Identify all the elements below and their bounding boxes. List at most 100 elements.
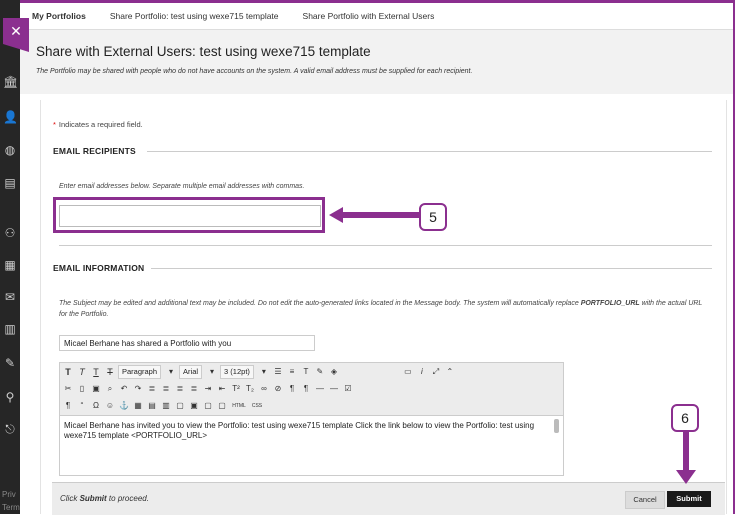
breadcrumb-item-share-external: Share Portfolio with External Users (302, 11, 435, 21)
underline-icon[interactable]: T (90, 366, 102, 378)
editor-scrollbar[interactable] (554, 419, 559, 433)
superscript-icon[interactable]: T² (230, 383, 242, 395)
justify-icon[interactable]: ≣ (188, 383, 200, 395)
spellcheck-icon[interactable]: ☑ (342, 383, 354, 395)
portfolio-url-token: PORTFOLIO_URL (580, 300, 640, 307)
html-icon[interactable]: HTML (230, 400, 248, 412)
css-icon[interactable]: CSS (250, 400, 264, 412)
submit-button[interactable]: Submit (667, 491, 711, 507)
calendar-icon[interactable]: ▦ (3, 258, 17, 272)
horizontal-rule-icon[interactable]: — (314, 383, 326, 395)
align-right-icon[interactable]: ≣ (174, 383, 186, 395)
size-select[interactable]: 3 (12pt) (220, 365, 254, 379)
nonbreaking-space-icon[interactable]: — (328, 383, 340, 395)
section-divider (147, 151, 712, 152)
chevron-down-icon[interactable]: ▾ (165, 366, 177, 378)
strikethrough-icon[interactable]: T (104, 366, 116, 378)
required-note-text: Indicates a required field. (58, 120, 143, 129)
submit-hint-prefix: Click (60, 494, 78, 503)
subscript-icon[interactable]: T₂ (244, 383, 256, 395)
table-row-icon[interactable]: ▤ (146, 400, 158, 412)
submit-hint: Click Submit to proceed. (60, 494, 149, 503)
link-icon[interactable]: ∞ (258, 383, 270, 395)
privacy-link[interactable]: Priv (2, 490, 16, 499)
numbered-list-icon[interactable]: ≡ (286, 366, 298, 378)
close-icon[interactable]: ✕ (3, 18, 29, 52)
breadcrumb: My Portfolios Share Portfolio: test usin… (20, 3, 733, 30)
step-6-callout: 6 (671, 404, 699, 432)
page-description: The Portfolio may be shared with people … (36, 68, 473, 75)
logout-icon[interactable]: ⎋ (3, 422, 17, 436)
italic-icon[interactable]: T (76, 366, 88, 378)
redo-icon[interactable]: ↷ (132, 383, 144, 395)
emoticon-icon[interactable]: ☺ (104, 400, 116, 412)
chevron-down-icon[interactable]: ▾ (258, 366, 270, 378)
eraser-icon[interactable]: ◈ (328, 366, 340, 378)
email-information-heading: EMAIL INFORMATION (53, 263, 145, 273)
institution-icon[interactable]: 🏛 (3, 75, 18, 89)
special-char-icon[interactable]: Ω (90, 400, 102, 412)
table-col-icon[interactable]: ▥ (160, 400, 172, 412)
info-icon[interactable]: i (416, 366, 428, 378)
bullet-list-icon[interactable]: ☰ (272, 366, 284, 378)
table-delete-icon[interactable]: ▢ (216, 400, 228, 412)
message-editor[interactable]: T T T T Paragraph ▾ Arial ▾ 3 (12pt) ▾ ☰… (59, 362, 564, 476)
subject-input[interactable]: Micael Berhane has shared a Portfolio wi… (59, 335, 315, 351)
user-icon[interactable]: 👤 (3, 110, 18, 124)
account-icon[interactable]: ⚲ (3, 390, 17, 404)
ltr-icon[interactable]: ¶ (286, 383, 298, 395)
groups-icon[interactable]: ⚇ (3, 226, 17, 240)
indent-icon[interactable]: ⇥ (202, 383, 214, 395)
table-cell-icon[interactable]: ▢ (174, 400, 186, 412)
table-split-icon[interactable]: ▢ (202, 400, 214, 412)
message-body[interactable]: Micael Berhane has invited you to view t… (64, 421, 544, 441)
grades-icon[interactable]: ▥ (3, 322, 17, 336)
information-hint: The Subject may be edited and additional… (59, 298, 709, 320)
breadcrumb-item-share-portfolio[interactable]: Share Portfolio: test using wexe715 temp… (110, 11, 279, 21)
table-icon[interactable]: ▦ (132, 400, 144, 412)
collapse-icon[interactable]: ⌃ (444, 366, 456, 378)
cancel-button[interactable]: Cancel (625, 491, 665, 509)
submit-hint-bold: Submit (79, 494, 107, 503)
highlight-pen-icon[interactable]: ✎ (314, 366, 326, 378)
undo-icon[interactable]: ↶ (118, 383, 130, 395)
preview-icon[interactable]: ▭ (402, 366, 414, 378)
breadcrumb-item-my-portfolios[interactable]: My Portfolios (32, 11, 86, 21)
left-sidebar: ✕ 🏛 👤 ◍ ▤ ⚇ ▦ ✉ ▥ ✎ ⚲ ⎋ Priv Term (0, 0, 29, 514)
submit-hint-suffix: to proceed. (108, 494, 149, 503)
table-merge-icon[interactable]: ▣ (188, 400, 200, 412)
required-note: * Indicates a required field. (53, 120, 143, 129)
toolbar-row-2: ✂ ▯ ▣ ⌕ ↶ ↷ ≣ ≣ ≣ ≣ ⇥ ⇤ T² T₂ ∞ ⊘ ¶ ¶ — … (62, 381, 356, 397)
globe-icon[interactable]: ◍ (3, 143, 17, 157)
cut-icon[interactable]: ✂ (62, 383, 74, 395)
book-icon[interactable]: ▤ (3, 176, 17, 190)
terms-link[interactable]: Term (2, 503, 20, 512)
step-5-arrow (329, 207, 419, 223)
copy-icon[interactable]: ▯ (76, 383, 88, 395)
step-5-callout: 5 (419, 203, 447, 231)
align-center-icon[interactable]: ≣ (160, 383, 172, 395)
step-6-arrow (676, 430, 696, 484)
toolbar-row-1: T T T T Paragraph ▾ Arial ▾ 3 (12pt) ▾ ☰… (62, 364, 458, 380)
rtl-icon[interactable]: ¶ (300, 383, 312, 395)
align-left-icon[interactable]: ≣ (146, 383, 158, 395)
blockquote-icon[interactable]: “ (76, 400, 88, 412)
section-divider (59, 245, 712, 246)
edit-icon[interactable]: ✎ (3, 356, 17, 370)
unlink-icon[interactable]: ⊘ (272, 383, 284, 395)
format-t-icon[interactable]: T (62, 366, 74, 378)
find-icon[interactable]: ⌕ (104, 383, 116, 395)
required-star: * (53, 120, 56, 129)
chevron-down-icon[interactable]: ▾ (206, 366, 218, 378)
outdent-icon[interactable]: ⇤ (216, 383, 228, 395)
editor-toolbar: T T T T Paragraph ▾ Arial ▾ 3 (12pt) ▾ ☰… (60, 363, 563, 416)
text-color-icon[interactable]: T (300, 366, 312, 378)
paste-icon[interactable]: ▣ (90, 383, 102, 395)
fullscreen-icon[interactable]: ⤢ (430, 366, 442, 378)
mail-icon[interactable]: ✉ (3, 290, 17, 304)
paragraph-mark-icon[interactable]: ¶ (62, 400, 74, 412)
anchor-icon[interactable]: ⚓ (118, 400, 130, 412)
step-5-highlight (53, 197, 325, 233)
paragraph-select[interactable]: Paragraph (118, 365, 162, 379)
font-select[interactable]: Arial (179, 365, 203, 379)
